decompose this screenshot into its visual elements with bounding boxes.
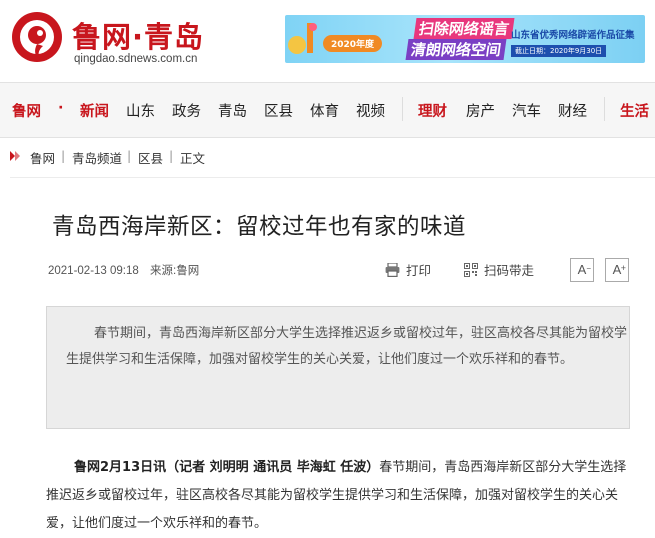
banner-slogan-2: 清朗网络空间 (405, 39, 507, 60)
article-meta: 2021-02-13 09:18 来源:鲁网 (48, 262, 199, 278)
article-paragraph: 鲁网2月13日讯（记者 刘明明 通讯员 毕海虹 任波）春节期间，青岛西海岸新区部… (46, 454, 636, 538)
article-summary: 春节期间，青岛西海岸新区部分大学生选择推迟返乡或留校过年，驻区高校各尽其能为留校… (66, 326, 628, 367)
nav-item-qingdao[interactable]: 青岛 (218, 100, 247, 121)
font-increase-button[interactable]: A + (605, 258, 629, 282)
font-decrease-label: A (577, 262, 587, 277)
plus-icon: + (620, 263, 626, 273)
nav-divider (402, 97, 403, 121)
nav-item-auto[interactable]: 汽车 (512, 100, 541, 121)
breadcrumb-item-current: 正文 (180, 151, 206, 166)
nav-item-news[interactable]: 新闻 (80, 100, 109, 121)
article-summary-box: 春节期间，青岛西海岸新区部分大学生选择推迟返乡或留校过年，驻区高校各尽其能为留校… (46, 306, 630, 429)
banner-slogan-1: 扫除网络谣言 (413, 18, 515, 39)
qr-share-button[interactable]: 扫码带走 (464, 260, 534, 279)
site-header: 鲁网·青岛 qingdao.sdnews.com.cn 2020年度 扫除网络谣… (0, 0, 655, 82)
logo-domain: qingdao.sdnews.com.cn (74, 53, 198, 65)
nav-item-realestate[interactable]: 房产 (466, 100, 495, 121)
breadcrumb: 鲁网 | 青岛频道 | 区县 | 正文 (0, 137, 655, 175)
nav-dot: · (58, 100, 64, 116)
nav-item-sports[interactable]: 体育 (310, 100, 339, 121)
banner-right-title: 山东省优秀网络辟谣作品征集 (511, 30, 635, 41)
article-date: 2021-02-13 09:18 (48, 265, 139, 277)
nav-item-politics[interactable]: 政务 (172, 100, 201, 121)
breadcrumb-separator: | (169, 148, 174, 163)
printer-icon (385, 262, 400, 277)
breadcrumb-separator: | (61, 148, 66, 163)
breadcrumb-arrow-icon (10, 151, 20, 161)
font-decrease-button[interactable]: A − (570, 258, 594, 282)
nav-item-luwang[interactable]: 鲁网 (12, 100, 41, 121)
site-logo[interactable]: 鲁网·青岛 qingdao.sdnews.com.cn (10, 10, 220, 70)
nav-item-life[interactable]: 生活 (620, 100, 649, 121)
article-source: 来源:鲁网 (150, 265, 200, 277)
banner-decoration-icon (288, 23, 317, 54)
nav-item-district[interactable]: 区县 (264, 100, 293, 121)
minus-icon: − (586, 264, 591, 273)
banner-year-badge: 2020年度 (323, 35, 383, 52)
print-label: 打印 (406, 263, 432, 278)
print-button[interactable]: 打印 (385, 260, 431, 279)
breadcrumb-item-luwang[interactable]: 鲁网 (30, 148, 55, 167)
ad-banner[interactable]: 2020年度 扫除网络谣言 清朗网络空间 山东省优秀网络辟谣作品征集 截止日期：… (285, 15, 645, 63)
article-lead-bold: 鲁网2月13日讯（记者 刘明明 通讯员 毕海虹 任波） (74, 460, 380, 475)
nav-item-economy[interactable]: 财经 (558, 100, 587, 121)
main-nav: 鲁网 · 新闻 山东 政务 青岛 区县 体育 视频 理财 房产 汽车 财经 生活 (0, 82, 655, 138)
nav-divider (604, 97, 605, 121)
qr-code-icon (464, 262, 478, 277)
banner-right-note: 截止日期：2020年9月30日 (511, 45, 607, 57)
article-title: 青岛西海岸新区：留校过年也有家的味道 (52, 214, 467, 240)
breadcrumb-item-district[interactable]: 区县 (138, 148, 163, 167)
logo-mark-icon (12, 12, 62, 62)
nav-item-video[interactable]: 视频 (356, 100, 385, 121)
nav-item-shandong[interactable]: 山东 (126, 100, 155, 121)
article-container: 青岛西海岸新区：留校过年也有家的味道 2021-02-13 09:18 来源:鲁… (10, 177, 655, 538)
breadcrumb-separator: | (127, 148, 132, 163)
qr-label: 扫码带走 (484, 263, 535, 278)
nav-item-finance[interactable]: 理财 (418, 100, 447, 121)
breadcrumb-item-channel[interactable]: 青岛频道 (72, 148, 122, 167)
logo-text: 鲁网·青岛 (72, 20, 205, 54)
